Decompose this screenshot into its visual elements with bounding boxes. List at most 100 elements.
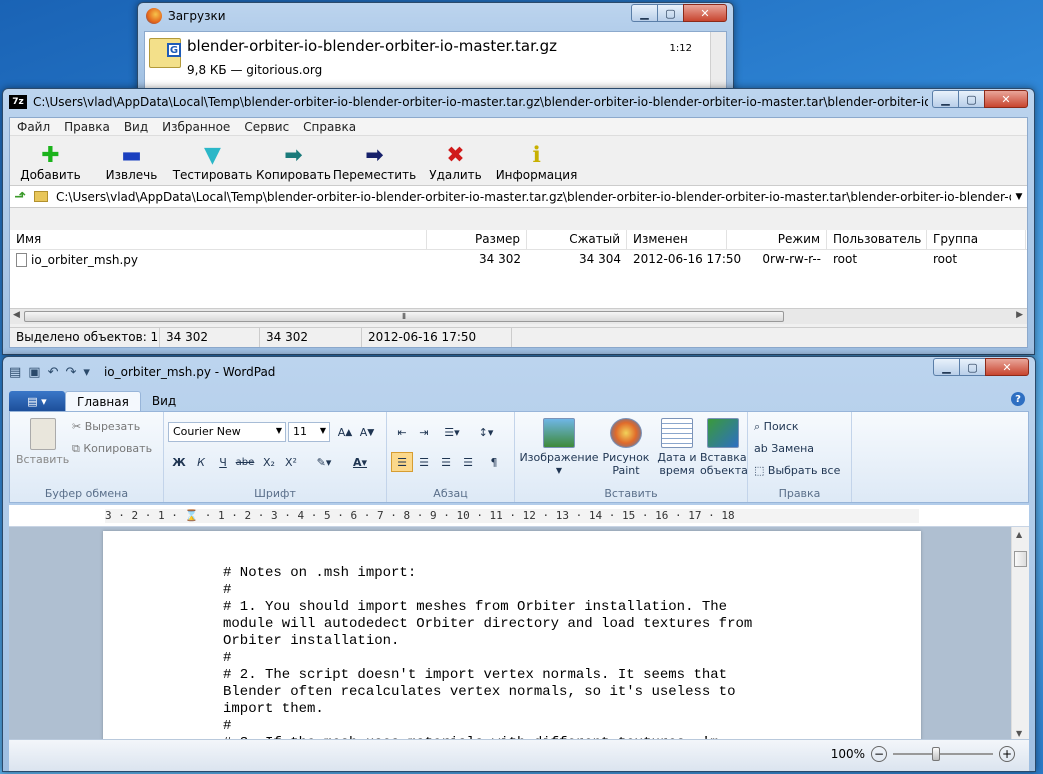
menu-favorites[interactable]: Избранное (155, 120, 237, 134)
shrink-font-button[interactable]: A ▼ (356, 422, 378, 442)
justify-button[interactable]: ☰ (457, 452, 479, 472)
scroll-thumb[interactable] (1014, 551, 1027, 567)
toolbar-button-copy-arrow[interactable]: ➡ Копировать (253, 136, 334, 185)
downloads-scrollbar[interactable] (710, 32, 726, 92)
address-dropdown-icon[interactable]: ▼ (1011, 192, 1027, 202)
table-row[interactable]: io_orbiter_msh.py 34 302 34 304 2012-06-… (10, 250, 1027, 270)
ruler[interactable]: 3 · 2 · 1 · ⌛ · 1 · 2 · 3 · 4 · 5 · 6 · … (9, 505, 1029, 527)
font-size-select[interactable]: 11 ▼ (288, 422, 330, 442)
toolbar-button-move-arrow[interactable]: ➡ Переместить (333, 136, 416, 185)
toolbar-button-delete-x[interactable]: ✖ Удалить (415, 136, 496, 185)
up-folder-icon[interactable]: ⬏ (10, 189, 30, 205)
select-all-button[interactable]: ⬚ Выбрать все (754, 464, 840, 477)
menu-file[interactable]: Файл (10, 120, 57, 134)
insert-object-button[interactable]: Вставка объекта (699, 418, 748, 477)
scroll-right-icon[interactable]: ▶ (1016, 310, 1023, 320)
app-menu-button[interactable]: ▤ ▾ (9, 391, 65, 411)
address-input[interactable]: C:\Users\vlad\AppData\Local\Temp\blender… (56, 190, 1011, 204)
insert-paint-button[interactable]: Рисунок Paint (599, 418, 653, 477)
document-line[interactable]: Blender often recalculates vertex normal… (223, 684, 752, 701)
document-line[interactable]: # (223, 650, 752, 667)
list-button[interactable]: ☰▾ (437, 422, 467, 442)
sevenzip-titlebar[interactable]: 7z C:\Users\vlad\AppData\Local\Temp\blen… (3, 89, 1034, 115)
document-line[interactable]: # 2. The script doesn't import vertex no… (223, 667, 752, 684)
paragraph-settings-button[interactable]: ¶ (483, 452, 505, 472)
downloads-titlebar[interactable]: Загрузки ▁ ▢ ✕ (138, 3, 733, 29)
col-mode[interactable]: Режим (727, 230, 827, 249)
align-left-button[interactable]: ☰ (391, 452, 413, 472)
document-text[interactable]: # Notes on .msh import: # # 1. You should … (223, 565, 752, 741)
col-user[interactable]: Пользователь (827, 230, 927, 249)
document-line[interactable]: # (223, 718, 752, 735)
line-spacing-button[interactable]: ↕▾ (471, 422, 501, 442)
zoom-slider[interactable] (893, 747, 993, 761)
insert-image-button[interactable]: Изображение ▼ (519, 418, 599, 477)
toolbar-button-check[interactable]: ▼ Тестировать (172, 136, 253, 185)
menu-help[interactable]: Справка (296, 120, 363, 134)
zoom-out-icon[interactable]: − (871, 746, 887, 762)
zoom-in-icon[interactable]: + (999, 746, 1015, 762)
document-line[interactable]: # (223, 582, 752, 599)
close-button[interactable]: ✕ (985, 358, 1029, 376)
help-icon[interactable]: ? (1011, 392, 1025, 406)
zoom-slider-handle[interactable] (932, 747, 940, 761)
superscript-button[interactable]: X² (280, 452, 302, 472)
document-line[interactable]: module will autodedect Orbiter directory… (223, 616, 752, 633)
close-button[interactable]: ✕ (683, 4, 727, 22)
cut-button[interactable]: ✂ Вырезать (72, 420, 140, 433)
maximize-button[interactable]: ▢ (958, 90, 984, 108)
align-right-button[interactable]: ☰ (435, 452, 457, 472)
col-packed[interactable]: Сжатый (527, 230, 627, 249)
increase-indent-button[interactable]: ⇥ (413, 422, 435, 442)
subscript-button[interactable]: X₂ (258, 452, 280, 472)
col-group[interactable]: Группа (927, 230, 1026, 249)
document-area[interactable]: # Notes on .msh import: # # 1. You should … (9, 527, 1013, 741)
document-line[interactable]: Orbiter installation. (223, 633, 752, 650)
document-page[interactable]: # Notes on .msh import: # # 1. You should … (103, 531, 921, 741)
horizontal-scrollbar[interactable]: ◀ ⦀ ▶ (10, 308, 1027, 324)
maximize-button[interactable]: ▢ (959, 358, 985, 376)
insert-datetime-button[interactable]: Дата и время (655, 418, 699, 477)
qat-dropdown-icon[interactable]: ▾ (83, 365, 90, 380)
toolbar-button-minus[interactable]: ▬ Извлечь (91, 136, 172, 185)
col-size[interactable]: Размер (427, 230, 527, 249)
align-center-button[interactable]: ☰ (413, 452, 435, 472)
font-color-button[interactable]: A▾ (344, 452, 376, 472)
menu-edit[interactable]: Правка (57, 120, 117, 134)
document-line[interactable]: # Notes on .msh import: (223, 565, 752, 582)
find-button[interactable]: ⌕ Поиск (754, 420, 799, 434)
paste-button[interactable]: Вставить (16, 418, 69, 466)
decrease-indent-button[interactable]: ⇤ (391, 422, 413, 442)
document-line[interactable]: # 1. You should import meshes from Orbit… (223, 599, 752, 616)
redo-icon[interactable]: ↷ (66, 365, 77, 380)
document-line[interactable]: import them. (223, 701, 752, 718)
font-family-select[interactable]: Courier New ▼ (168, 422, 286, 442)
copy-button[interactable]: ⧉ Копировать (72, 442, 152, 456)
minimize-button[interactable]: ▁ (933, 358, 959, 376)
grow-font-button[interactable]: A ▲ (334, 422, 356, 442)
toolbar-button-info[interactable]: ℹ Информация (496, 136, 578, 185)
underline-button[interactable]: Ч (212, 452, 234, 472)
scroll-thumb[interactable]: ⦀ (24, 311, 784, 322)
save-icon[interactable]: ▣ (28, 365, 40, 380)
menu-tools[interactable]: Сервис (237, 120, 296, 134)
italic-button[interactable]: К (190, 452, 212, 472)
scroll-left-icon[interactable]: ◀ (13, 310, 20, 320)
close-button[interactable]: ✕ (984, 90, 1028, 108)
toolbar-button-plus[interactable]: ✚ Добавить (10, 136, 91, 185)
tab-view[interactable]: Вид (141, 391, 187, 411)
vertical-scrollbar[interactable]: ▲ ▼ (1011, 527, 1029, 741)
minimize-button[interactable]: ▁ (631, 4, 657, 22)
minimize-button[interactable]: ▁ (932, 90, 958, 108)
maximize-button[interactable]: ▢ (657, 4, 683, 22)
bold-button[interactable]: Ж (168, 452, 190, 472)
col-name[interactable]: Имя (10, 230, 427, 249)
wordpad-titlebar[interactable]: ▤ ▣ ↶ ↷ ▾ io_orbiter_msh.py - WordPad ▁ … (3, 357, 1035, 387)
scroll-up-icon[interactable]: ▲ (1016, 530, 1022, 539)
scroll-down-icon[interactable]: ▼ (1016, 729, 1022, 738)
tab-home[interactable]: Главная (65, 391, 141, 411)
menu-view[interactable]: Вид (117, 120, 155, 134)
highlight-color-button[interactable]: ✎▾ (308, 452, 340, 472)
replace-button[interactable]: ab Замена (754, 442, 814, 455)
strikethrough-button[interactable]: abe (234, 452, 256, 472)
